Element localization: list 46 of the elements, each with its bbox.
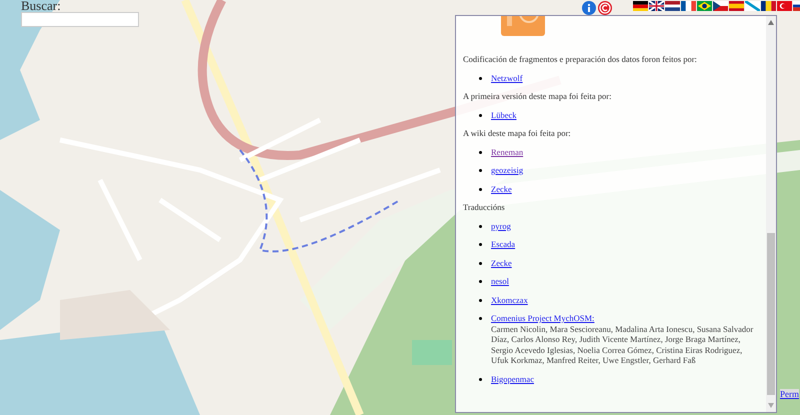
netherlands-flag-icon[interactable] (665, 1, 680, 11)
section-heading: Codificación de fragmentos e preparación dos datos foron feitos por: (463, 54, 698, 64)
contributor-link[interactable]: Comenius Project MychOSM: (491, 313, 594, 324)
bullet-icon (479, 280, 482, 283)
bullet-icon (479, 243, 482, 246)
search-field[interactable] (21, 12, 139, 27)
bullet-icon (479, 224, 482, 228)
contributor-link[interactable]: Zecke (491, 184, 512, 194)
contributor-link[interactable]: pyrog (491, 220, 511, 231)
scrollbar[interactable] (766, 16, 776, 412)
search-label: Buscar: (21, 0, 62, 12)
permalink-link[interactable]: Perm (780, 389, 799, 399)
brazil-flag-icon[interactable] (697, 1, 712, 11)
bullet-icon (479, 76, 482, 80)
bullet-icon (479, 114, 482, 116)
germany-flag-icon[interactable] (633, 1, 648, 11)
spain-flag-icon[interactable] (729, 1, 744, 11)
bullet-icon (479, 298, 482, 302)
france-flag-icon[interactable] (681, 1, 696, 11)
contributor-link[interactable]: nesol (491, 276, 509, 286)
contributor-link[interactable]: geozeisig (491, 165, 524, 176)
contributor-names: Carmen Nicolin, Mara Sescioreanu, Madalina Arta Ionescu, Susana Salvador Díaz, Carlos Alonso Rey, Judith Vicente Martínez, Jorge Braga Martínez, Sergio Acevedo Iglesias, Noelia Correa Gómez, Cristina Eiras Rodriguez, Ufuk Korkmaz, Manfred Reiter, Uwe Engstler, Gerhard Faß (491, 324, 754, 366)
bullet-icon (479, 188, 482, 190)
contributor-link[interactable]: Reneman (491, 146, 524, 157)
bullet-icon (479, 317, 482, 320)
romania-flag-icon[interactable] (761, 1, 776, 11)
bullet-icon (479, 378, 482, 380)
scrollbar-thumb[interactable] (767, 233, 775, 395)
uk-flag-icon[interactable] (649, 1, 664, 11)
contributor-link[interactable]: Netzwolf (491, 72, 523, 83)
section-heading: Traduccións (463, 202, 506, 212)
bullet-icon (479, 169, 482, 172)
bullet-icon (479, 262, 482, 264)
contributor-link[interactable]: Escada (491, 239, 516, 250)
section-heading: A primeira versión deste mapa foi feita por: (463, 91, 612, 102)
scroll-up-icon[interactable] (768, 20, 774, 25)
bullet-icon (479, 150, 482, 154)
copyright-icon[interactable] (598, 1, 612, 15)
contributor-link[interactable]: Bigopenmac (491, 374, 534, 384)
section-heading: A wiki deste mapa foi feita por: (463, 128, 572, 138)
turkey-flag-icon[interactable] (777, 1, 792, 11)
info-icon[interactable] (582, 1, 596, 15)
contributor-link[interactable]: Zecke (491, 258, 512, 268)
contributor-link[interactable]: Lübeck (491, 110, 516, 120)
czech-flag-icon[interactable] (713, 1, 728, 11)
contributor-link[interactable]: Xkomczax (491, 294, 528, 305)
